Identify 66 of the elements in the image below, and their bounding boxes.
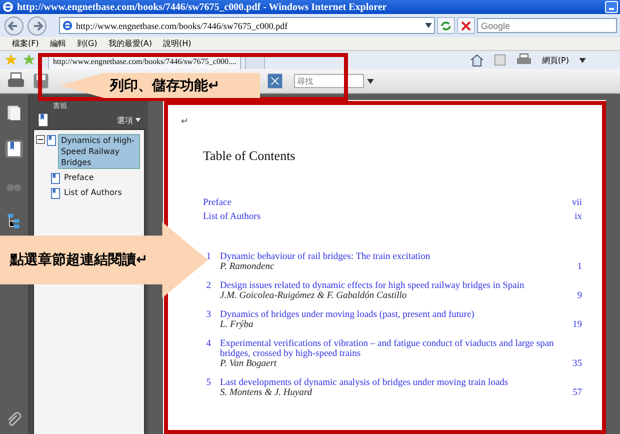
full-screen-icon[interactable] <box>266 72 284 90</box>
page-number: 1 <box>577 262 582 272</box>
author-names: P. Van Bogaert <box>220 359 277 369</box>
close-icon <box>460 20 472 32</box>
page-number: 35 <box>572 359 582 369</box>
pages-icon[interactable] <box>5 104 23 122</box>
menu-item[interactable]: 我的最愛(A) <box>108 38 152 49</box>
toc-link[interactable]: Experimental verifications of vibration – and fatigue conduct of viaducts and large span bridges, crossed by high-speed trains <box>220 339 582 359</box>
toc-link[interactable]: Dynamic behaviour of rail bridges: The train excitation <box>220 252 582 262</box>
bookmark-icon <box>51 188 60 199</box>
caret-icon[interactable] <box>425 23 432 28</box>
document-title: Table of Contents <box>203 148 296 164</box>
bookmark-icon <box>47 135 56 146</box>
page-number: 57 <box>572 388 582 398</box>
author-names: J.M. Goicolea-Ruigómez & F. Gabaldón Castillo <box>220 291 407 301</box>
refresh-button[interactable] <box>437 17 455 34</box>
bookmark-item[interactable]: Preface <box>62 172 96 183</box>
chapter-number: 4 <box>205 339 211 351</box>
find-field[interactable]: 尋找 <box>294 74 364 88</box>
forward-button[interactable] <box>26 16 47 36</box>
new-tab-button[interactable] <box>245 56 266 69</box>
menu-item[interactable]: 檔案(F) <box>12 38 39 49</box>
author-names: P. Ramondenc <box>220 262 274 272</box>
stop-button[interactable] <box>457 17 475 34</box>
toc-link[interactable]: Preface <box>203 198 232 208</box>
toc-link[interactable]: Design issues related to dynamic effects for high speed railway bridges in Spain <box>220 281 582 291</box>
chapter-number: 1 <box>205 252 211 264</box>
page-number: vii <box>572 198 582 208</box>
address-field[interactable]: http://www.engnetbase.com/books/7446/sw7675_c000.pdf <box>59 17 435 34</box>
print-icon[interactable] <box>516 53 532 67</box>
caret-icon[interactable] <box>579 58 586 62</box>
refresh-icon <box>440 20 452 32</box>
window-title: http://www.engnetbase.com/books/7446/sw7675_c000.pdf - Windows Internet Explorer <box>17 2 388 12</box>
chapter-number: 2 <box>205 281 211 293</box>
bookmark-icon <box>51 173 60 184</box>
author-names: S. Montens & J. Huyard <box>220 388 312 398</box>
menu-item[interactable]: 說明(H) <box>163 38 192 49</box>
menu-item[interactable]: 編輯 <box>50 38 66 49</box>
browser-logo-icon <box>62 20 73 31</box>
options-menu[interactable]: 選項 <box>117 114 133 126</box>
minimize-button[interactable] <box>605 1 618 13</box>
bookmark-icon[interactable] <box>5 140 23 158</box>
bookmark-item[interactable]: List of Authors <box>62 187 124 198</box>
star-icon[interactable] <box>4 53 18 67</box>
chapter-number: 5 <box>205 378 211 390</box>
search-field[interactable]: Google <box>477 18 617 33</box>
page-menu[interactable]: 網頁(P) <box>542 54 569 66</box>
page-number: 19 <box>572 320 582 330</box>
browser-logo-icon <box>2 1 14 13</box>
caret-icon[interactable] <box>367 78 374 84</box>
home-icon[interactable] <box>470 53 484 67</box>
toc-link[interactable]: List of Authors <box>203 212 261 222</box>
author-names: L. Frýba <box>220 320 254 330</box>
callout-text: 點選章節超連結閱讀↵ <box>10 251 148 269</box>
collapse-icon[interactable] <box>36 135 45 144</box>
menu-item[interactable]: 到(G) <box>76 38 98 49</box>
chapter-number: 3 <box>205 310 211 322</box>
toc-link[interactable]: Last developments of dynamic analysis of bridges under moving train loads <box>220 378 582 388</box>
caret-icon[interactable] <box>135 118 141 122</box>
page-number: 9 <box>577 291 582 301</box>
page-number: ix <box>574 212 582 222</box>
back-button[interactable] <box>3 16 24 36</box>
toc-link[interactable]: Dynamics of bridges under moving loads (past, present and future) <box>220 310 582 320</box>
paragraph-mark: ↵ <box>181 116 190 126</box>
bookmark-item[interactable]: Dynamics of High-Speed Railway Bridges <box>58 134 140 169</box>
callout-text: 列印、儲存功能↵ <box>110 76 220 94</box>
